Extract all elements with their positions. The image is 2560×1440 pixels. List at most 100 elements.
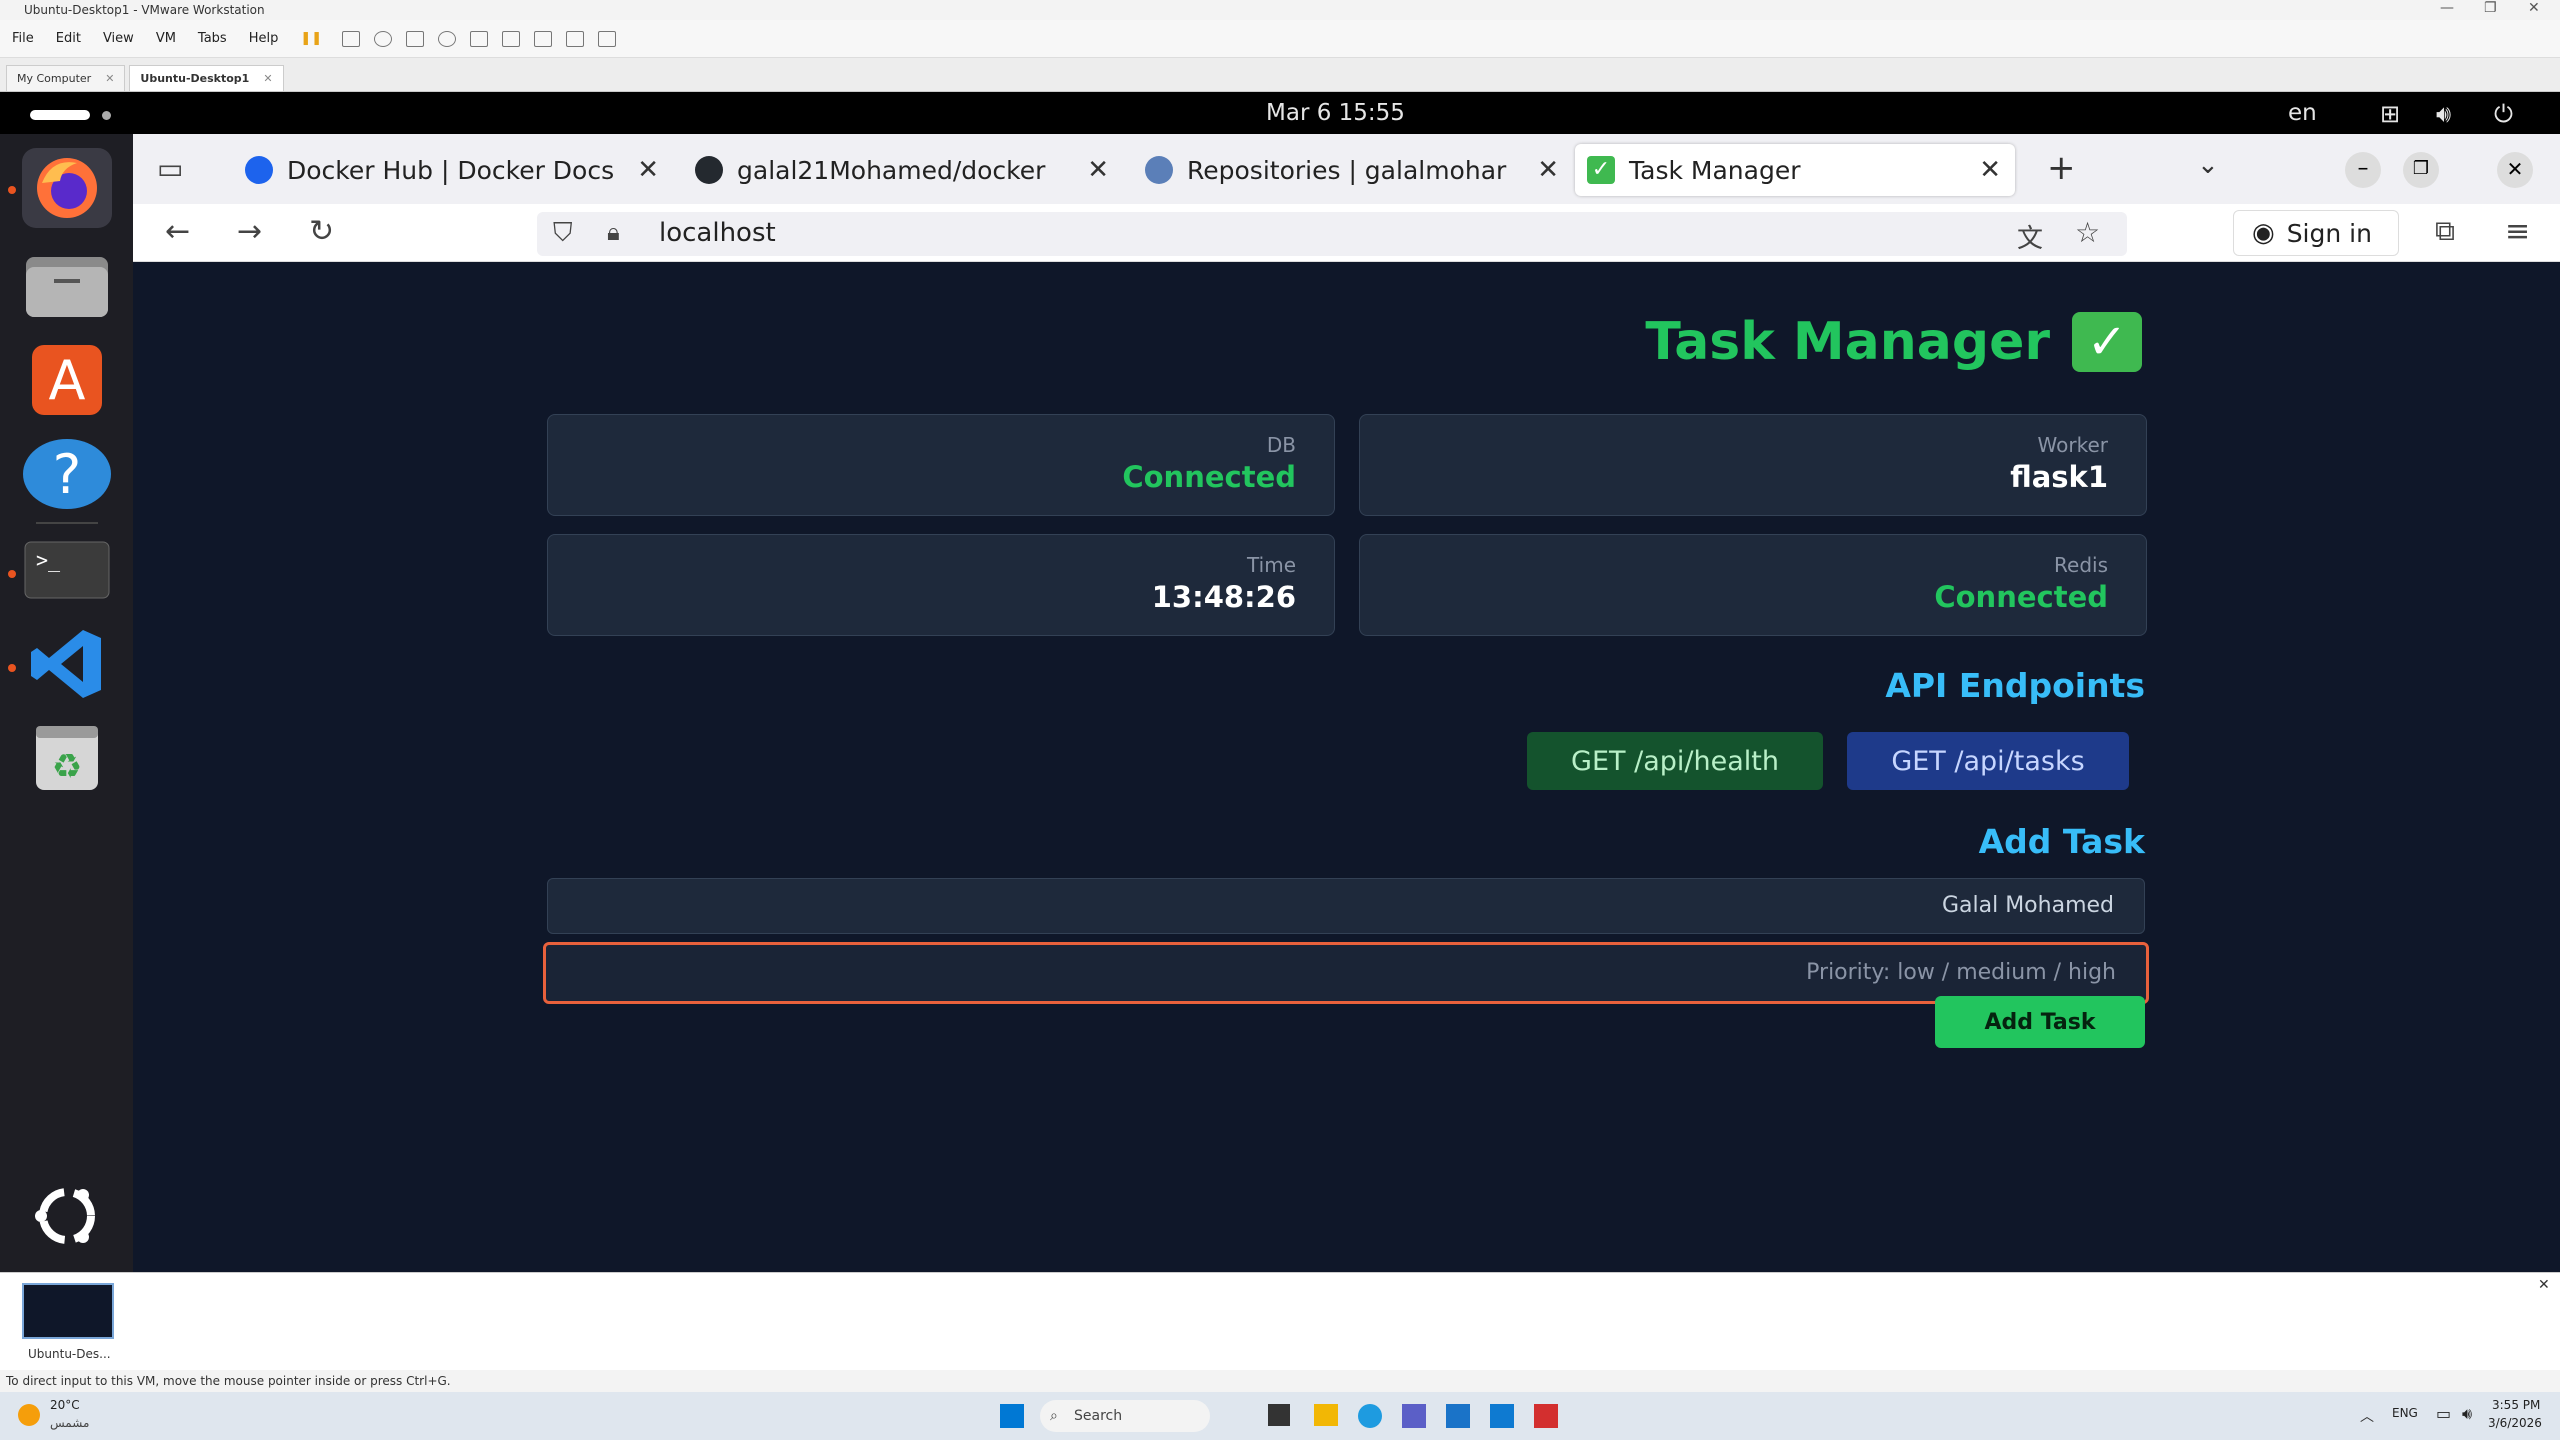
taskbar-search[interactable]: ⌕ Search: [1040, 1400, 1210, 1432]
edge-icon[interactable]: [1358, 1404, 1382, 1428]
add-task-title: Add Task: [1978, 822, 2145, 861]
task-view-icon[interactable]: [1268, 1404, 1290, 1426]
reload-icon[interactable]: ↻: [309, 214, 334, 249]
weather-desc: مشمس: [50, 1416, 90, 1430]
input-language[interactable]: en: [2288, 100, 2317, 126]
priority-input[interactable]: Priority: low / medium / high: [543, 942, 2149, 1004]
app-taskbar-icon[interactable]: [1490, 1404, 1514, 1428]
firefox-window: ▭ Docker Hub | Docker Docs ✕ galal21Moha…: [133, 134, 2560, 1272]
firefox-icon[interactable]: [22, 148, 112, 228]
tab-list-icon[interactable]: ⌄: [2197, 150, 2219, 180]
close-tab-icon[interactable]: ✕: [637, 155, 659, 185]
window-restore-icon[interactable]: ❐: [2403, 152, 2439, 188]
vm-thumbnail[interactable]: [22, 1283, 114, 1339]
library-icon[interactable]: [470, 30, 489, 47]
tab-repositories[interactable]: Repositories | galalmohar ✕: [1133, 144, 1573, 196]
volume-icon[interactable]: 🔊︎: [2462, 1404, 2472, 1424]
check-icon: ✓: [2072, 312, 2142, 372]
console-icon[interactable]: [566, 30, 585, 47]
vmware-title-bar: Ubuntu-Desktop1 - VMware Workstation — ❐…: [0, 0, 2560, 20]
send-keys-icon[interactable]: [342, 30, 361, 47]
show-apps-icon[interactable]: [22, 1176, 112, 1256]
vmware-taskbar-icon[interactable]: [1446, 1404, 1470, 1428]
maximize-icon[interactable]: ❐: [2484, 0, 2497, 16]
close-tab-icon[interactable]: ✕: [1537, 155, 1559, 185]
close-icon[interactable]: ✕: [2528, 0, 2540, 16]
lock-icon[interactable]: 🔒︎: [607, 218, 620, 246]
menu-view[interactable]: View: [103, 31, 134, 46]
back-icon[interactable]: ←: [165, 214, 190, 249]
windows-start-icon[interactable]: [1000, 1404, 1024, 1428]
close-tab-icon[interactable]: ✕: [1087, 155, 1109, 185]
svg-text:>_: >_: [36, 548, 61, 572]
close-icon[interactable]: ✕: [105, 72, 114, 85]
taskbar-language[interactable]: ENG: [2392, 1406, 2418, 1420]
revert-icon[interactable]: [406, 30, 425, 47]
vmware-status-bar: To direct input to this VM, move the mou…: [0, 1370, 2560, 1392]
account-icon: ◉: [2252, 218, 2275, 248]
menu-edit[interactable]: Edit: [56, 31, 81, 46]
tab-docker-hub[interactable]: Docker Hub | Docker Docs ✕: [233, 144, 673, 196]
forward-icon[interactable]: →: [237, 214, 262, 249]
vscode-icon[interactable]: [22, 624, 112, 704]
terminal-icon[interactable]: >_: [22, 530, 112, 610]
window-close-icon[interactable]: ✕: [2497, 152, 2533, 188]
url-bar[interactable]: ⛉ 🔒︎ localhost 文 ☆: [537, 212, 2127, 256]
menu-help[interactable]: Help: [249, 31, 279, 46]
teams-icon[interactable]: [1402, 1404, 1426, 1428]
pause-icon[interactable]: ❚❚: [300, 31, 322, 46]
tab-overview-icon[interactable]: ▭: [157, 152, 183, 185]
api-health-button[interactable]: GET /api/health: [1527, 732, 1823, 790]
minimize-icon[interactable]: —: [2440, 0, 2454, 16]
files-icon[interactable]: [22, 246, 112, 326]
shield-icon[interactable]: ⛉: [553, 218, 573, 249]
volume-icon[interactable]: 🔊︎: [2436, 100, 2451, 128]
activities-indicator[interactable]: [30, 110, 90, 120]
vmware-title: Ubuntu-Desktop1 - VMware Workstation: [24, 3, 265, 17]
weather-icon[interactable]: [18, 1404, 40, 1426]
network-icon[interactable]: ▭: [2436, 1404, 2451, 1423]
sign-in-button[interactable]: ◉ Sign in: [2233, 210, 2399, 256]
bookmark-star-icon[interactable]: ☆: [2075, 216, 2100, 249]
app-center-icon[interactable]: A: [22, 340, 112, 420]
add-task-button[interactable]: Add Task: [1935, 996, 2145, 1048]
running-indicator: [8, 186, 16, 194]
trash-icon[interactable]: ♻: [22, 718, 112, 798]
menu-file[interactable]: File: [12, 31, 34, 46]
close-icon[interactable]: ✕: [263, 72, 272, 85]
network-icon[interactable]: ⊞: [2380, 100, 2400, 128]
docker-icon: [1145, 156, 1173, 184]
help-icon[interactable]: ?: [22, 434, 112, 514]
close-tab-icon[interactable]: ✕: [1979, 155, 2001, 185]
task-name-input[interactable]: Galal Mohamed: [547, 878, 2145, 934]
close-thumbnail-bar-icon[interactable]: ✕: [2538, 1277, 2550, 1293]
fullscreen-icon[interactable]: [534, 30, 553, 47]
url-text[interactable]: localhost: [659, 218, 776, 248]
vmware-tab-my-computer[interactable]: My Computer ✕: [6, 65, 126, 91]
menu-tabs[interactable]: Tabs: [198, 31, 227, 46]
translate-icon[interactable]: 文: [2017, 218, 2043, 255]
tray-chevron-icon[interactable]: ︿: [2360, 1406, 2374, 1426]
taskbar-date[interactable]: 3/6/2026: [2488, 1416, 2542, 1430]
power-icon[interactable]: ⏻: [2494, 100, 2513, 128]
thumbnail-icon[interactable]: [502, 30, 521, 47]
snapshot-manager-icon[interactable]: [438, 30, 457, 47]
clock[interactable]: Mar 6 15:55: [1266, 100, 1405, 126]
window-minimize-icon[interactable]: –: [2345, 152, 2381, 188]
file-explorer-icon[interactable]: [1314, 1404, 1338, 1426]
menu-vm[interactable]: VM: [156, 31, 176, 46]
menu-icon[interactable]: ≡: [2505, 214, 2530, 249]
vmware-tab-ubuntu[interactable]: Ubuntu-Desktop1 ✕: [129, 65, 284, 91]
api-tasks-button[interactable]: GET /api/tasks: [1847, 732, 2129, 790]
acrobat-icon[interactable]: [1534, 1404, 1558, 1428]
taskbar-time[interactable]: 3:55 PM: [2492, 1398, 2540, 1412]
tab-task-manager[interactable]: ✓ Task Manager ✕: [1575, 144, 2015, 196]
weather-temp[interactable]: 20°C: [50, 1398, 80, 1412]
extensions-icon[interactable]: ⧉: [2435, 214, 2455, 248]
status-card-time: Time 13:48:26: [547, 534, 1335, 636]
view-options-icon[interactable]: [598, 30, 617, 47]
tab-github[interactable]: galal21Mohamed/docker ✕: [683, 144, 1123, 196]
new-tab-icon[interactable]: +: [2047, 148, 2076, 188]
snapshot-icon[interactable]: [374, 30, 393, 47]
ubuntu-top-bar: Mar 6 15:55 en ⊞ 🔊︎ ⏻: [0, 92, 2560, 134]
